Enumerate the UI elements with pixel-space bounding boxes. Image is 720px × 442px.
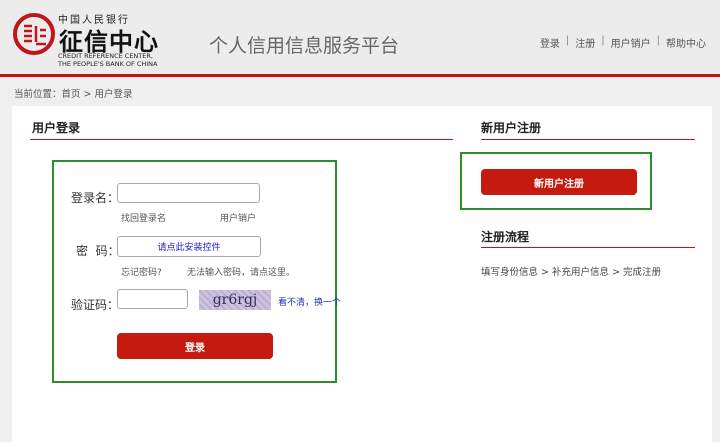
cancel-account-link[interactable]: 用户销户 (220, 211, 256, 224)
forgot-password-link[interactable]: 忘记密码? (121, 265, 162, 278)
register-divider (481, 139, 695, 140)
login-title: 用户登录 (32, 121, 81, 135)
password-input[interactable]: 请点此安装控件 (117, 236, 261, 257)
header-divider (0, 74, 720, 77)
top-nav: 登录 | 注册 | 用户销户 | 帮助中心 (540, 35, 706, 50)
separator: | (601, 35, 605, 46)
credit-center-logo (13, 13, 55, 55)
login-divider (30, 139, 453, 140)
nav-help[interactable]: 帮助中心 (666, 35, 706, 50)
flow-divider (481, 247, 695, 248)
register-flow-steps: 填写身份信息 > 补充用户信息 > 完成注册 (481, 267, 661, 278)
cannot-input-link[interactable]: 无法输入密码，请点这里。 (187, 265, 295, 278)
platform-title: 个人信用信息服务平台 (209, 35, 400, 57)
username-label: 登录名： (71, 191, 120, 205)
nav-register[interactable]: 注册 (575, 35, 595, 50)
nav-cancel-account[interactable]: 用户销户 (611, 35, 651, 50)
breadcrumb: 当前位置：首页 > 用户登录 (14, 89, 133, 100)
captcha-image[interactable]: gr6rgj (199, 290, 271, 310)
captcha-input[interactable] (117, 289, 188, 309)
logo-english: CREDIT REFERENCE CENTER, THE PEOPLE'S BAN… (58, 52, 158, 68)
separator: | (656, 35, 660, 46)
separator: | (565, 35, 570, 46)
refresh-captcha-link[interactable]: 看不清，换一个 (278, 295, 341, 308)
register-flow-title: 注册流程 (481, 230, 530, 244)
find-username-link[interactable]: 找回登录名 (121, 211, 166, 224)
captcha-label: 验证码： (71, 298, 120, 312)
register-button[interactable]: 新用户注册 (481, 169, 637, 195)
login-button[interactable]: 登录 (117, 333, 273, 359)
register-title: 新用户注册 (481, 121, 542, 135)
nav-login[interactable]: 登录 (540, 35, 560, 50)
password-label: 密 码： (76, 244, 120, 258)
username-input[interactable] (117, 183, 260, 203)
